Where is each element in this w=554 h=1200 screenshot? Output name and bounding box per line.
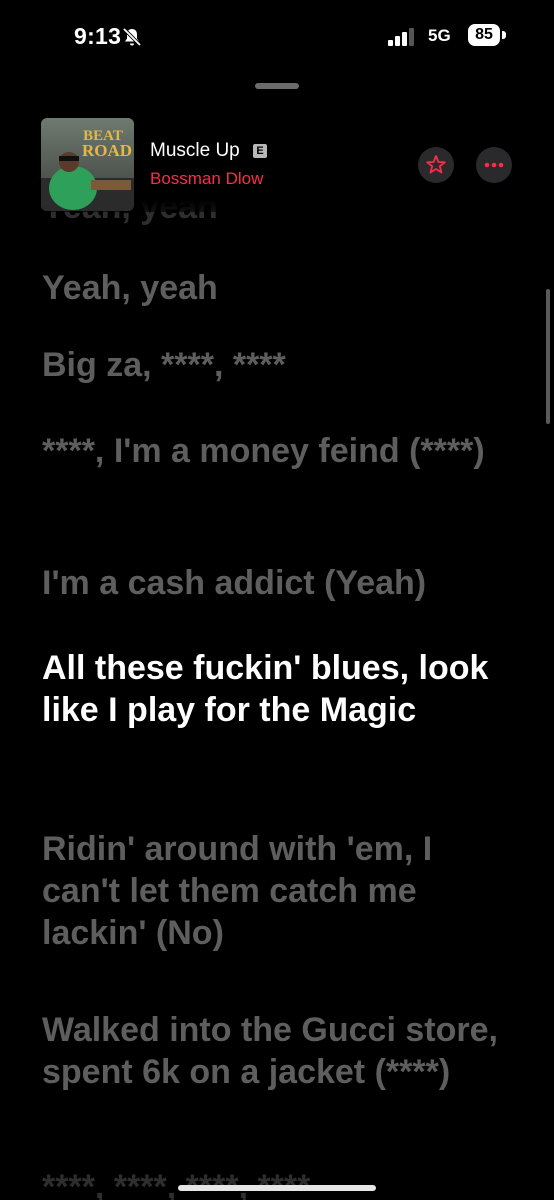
battery-icon: 85 — [468, 24, 500, 46]
more-button[interactable] — [476, 147, 512, 183]
cellular-signal-icon — [386, 28, 422, 46]
home-indicator[interactable] — [178, 1185, 376, 1191]
battery-tip — [502, 31, 506, 39]
network-type: 5G — [428, 26, 451, 45]
track-title[interactable]: Muscle Up — [150, 140, 240, 162]
track-artist[interactable]: Bossman Dlow — [150, 169, 263, 189]
lyric-line[interactable]: I'm a cash addict (Yeah) — [42, 562, 512, 604]
battery-level: 85 — [475, 26, 493, 43]
bell-slash-icon — [121, 26, 143, 48]
status-bar: 9:13 5G 85 — [0, 0, 554, 70]
status-time: 9:13 — [74, 23, 122, 49]
lyric-line[interactable]: Walked into the Gucci store, spent 6k on… — [42, 1009, 512, 1093]
lyric-line[interactable]: Yeah, yeah — [42, 267, 512, 309]
lyric-line-current[interactable]: All these fuckin' blues, look like I pla… — [42, 647, 512, 731]
star-icon — [426, 155, 446, 174]
album-artwork[interactable]: BEAT ROAD — [41, 118, 134, 211]
sheet-grabber[interactable] — [255, 83, 299, 89]
now-playing-header: BEAT ROAD Muscle Up E Bossman Dlow — [0, 110, 554, 220]
explicit-badge: E — [253, 144, 267, 158]
favorite-button[interactable] — [418, 147, 454, 183]
ellipsis-icon — [484, 162, 504, 168]
lyric-line[interactable]: ****, ****, ****, **** — [42, 1166, 512, 1200]
lyric-line[interactable]: Big za, ****, **** — [42, 344, 512, 386]
scroll-indicator[interactable] — [546, 289, 550, 424]
svg-text:ROAD: ROAD — [82, 141, 132, 160]
lyric-line[interactable]: Ridin' around with 'em, I can't let them… — [42, 828, 512, 954]
lyric-line[interactable]: ****, I'm a money feind (****) — [42, 430, 512, 472]
